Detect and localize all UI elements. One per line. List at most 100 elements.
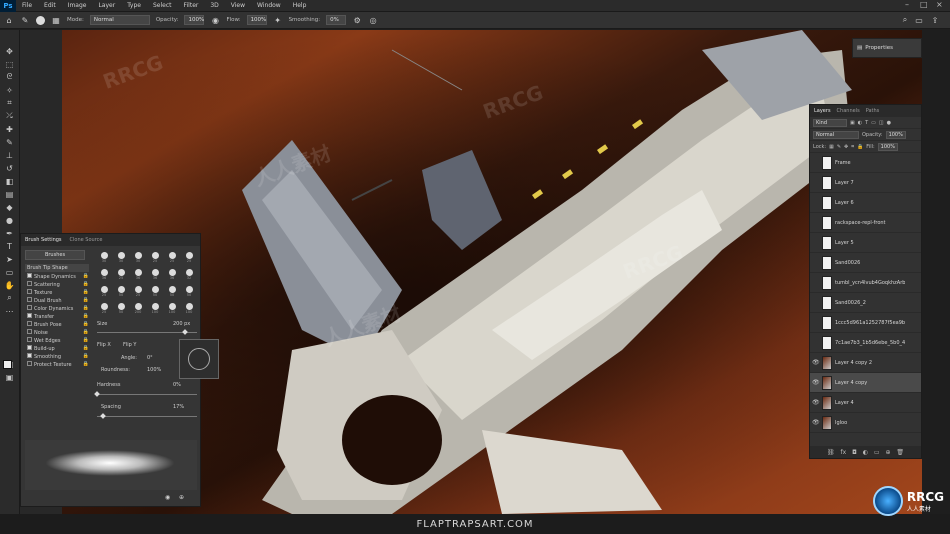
brush-tip[interactable]: 50 bbox=[114, 284, 128, 298]
properties-panel-tab[interactable]: ▤ Properties bbox=[852, 38, 922, 58]
filter-toggle-icon[interactable]: ● bbox=[887, 120, 891, 126]
brush-tip[interactable]: 50 bbox=[165, 284, 179, 298]
share-icon[interactable]: ⇪ bbox=[930, 15, 940, 25]
layer-opacity-field[interactable]: 100% bbox=[885, 130, 906, 139]
shape-tool-icon[interactable]: ▭ bbox=[4, 267, 16, 277]
spacing-checkbox-label[interactable]: Spacing bbox=[101, 404, 121, 410]
lock-icon[interactable]: 🔒 bbox=[83, 353, 89, 359]
lock-position-icon[interactable]: ✥ bbox=[844, 144, 848, 150]
lock-icon[interactable]: 🔒 bbox=[83, 313, 89, 319]
option-checkbox[interactable] bbox=[27, 280, 32, 286]
new-layer-icon[interactable]: ⊕ bbox=[885, 449, 890, 456]
option-checkbox[interactable] bbox=[27, 360, 32, 366]
search-icon[interactable]: ⌕ bbox=[900, 15, 910, 25]
menu-select[interactable]: Select bbox=[147, 2, 178, 9]
layer-row[interactable]: rackspace-repl-front bbox=[810, 213, 921, 233]
spacing-slider-track[interactable] bbox=[97, 416, 197, 417]
filter-smart-object-icon[interactable]: ◫ bbox=[879, 120, 884, 126]
layer-row[interactable]: 👁 Igloo bbox=[810, 413, 921, 433]
brush-tip[interactable]: 200 bbox=[131, 301, 145, 315]
menu-file[interactable]: File bbox=[16, 2, 38, 9]
brush-tip[interactable]: 36 bbox=[131, 267, 145, 281]
option-checkbox[interactable] bbox=[27, 312, 32, 318]
adjustment-layer-icon[interactable]: ◐ bbox=[863, 449, 868, 456]
lock-icon[interactable]: 🔒 bbox=[83, 329, 89, 335]
angle-roundness-widget[interactable] bbox=[179, 339, 219, 379]
link-layers-icon[interactable]: ⛓ bbox=[827, 449, 835, 456]
crop-tool-icon[interactable]: ⌗ bbox=[4, 98, 16, 108]
brush-tip[interactable]: 100 bbox=[182, 301, 196, 315]
brush-option-row[interactable]: Wet Edges 🔒 bbox=[25, 336, 89, 344]
filter-type-icon[interactable]: T bbox=[865, 120, 868, 126]
brush-tool-icon[interactable]: ✎ bbox=[20, 15, 30, 25]
kind-filter-select[interactable]: Kind bbox=[813, 118, 847, 127]
fx-icon[interactable]: fx bbox=[840, 449, 846, 456]
blur-tool-icon[interactable]: ◆ bbox=[4, 202, 16, 212]
brush-option-row[interactable]: Shape Dynamics 🔒 bbox=[25, 272, 89, 280]
pressure-size-icon[interactable]: ◎ bbox=[368, 15, 378, 25]
home-icon[interactable]: ⌂ bbox=[4, 15, 14, 25]
lock-icon[interactable]: 🔒 bbox=[83, 281, 89, 287]
opacity-field[interactable]: 100% bbox=[184, 15, 205, 25]
visibility-eye-icon[interactable]: 👁 bbox=[812, 359, 820, 366]
brush-option-row[interactable]: Build-up 🔒 bbox=[25, 344, 89, 352]
path-selection-tool-icon[interactable]: ➤ bbox=[4, 254, 16, 264]
lock-artboard-icon[interactable]: ⌗ bbox=[851, 144, 854, 150]
angle-value[interactable]: 0° bbox=[147, 355, 153, 361]
menu-filter[interactable]: Filter bbox=[178, 2, 205, 9]
lock-pixels-icon[interactable]: ✎ bbox=[837, 144, 841, 150]
roundness-value[interactable]: 100% bbox=[147, 367, 161, 373]
hardness-slider-knob[interactable] bbox=[94, 391, 100, 397]
brush-option-row[interactable]: Protect Texture 🔒 bbox=[25, 360, 89, 368]
delete-layer-icon[interactable]: 🗑 bbox=[896, 449, 904, 456]
layer-row[interactable]: Sand0026 bbox=[810, 253, 921, 273]
filter-pixel-icon[interactable]: ▣ bbox=[850, 120, 855, 126]
lock-icon[interactable]: 🔒 bbox=[83, 305, 89, 311]
brush-tip[interactable]: 25 bbox=[114, 267, 128, 281]
brush-option-row[interactable]: Brush Tip Shape bbox=[25, 264, 89, 272]
brush-tool-icon[interactable]: ✎ bbox=[4, 137, 16, 147]
close-icon[interactable]: × bbox=[936, 0, 943, 9]
lock-icon[interactable]: 🔒 bbox=[83, 321, 89, 327]
brush-tip[interactable]: 25 bbox=[131, 284, 145, 298]
spacing-value[interactable]: 17% bbox=[173, 404, 184, 410]
mode-select[interactable]: Normal bbox=[89, 15, 150, 25]
layer-row[interactable]: Frame bbox=[810, 153, 921, 173]
brush-option-row[interactable]: Scattering 🔒 bbox=[25, 280, 89, 288]
brush-tip[interactable]: 25 bbox=[165, 250, 179, 264]
brush-option-row[interactable]: Brush Pose 🔒 bbox=[25, 320, 89, 328]
hand-tool-icon[interactable]: ✋ bbox=[4, 280, 16, 290]
brush-tip[interactable]: 30 bbox=[114, 250, 128, 264]
option-checkbox[interactable] bbox=[27, 320, 32, 326]
menu-help[interactable]: Help bbox=[287, 2, 313, 9]
magic-wand-tool-icon[interactable]: ✧ bbox=[4, 85, 16, 95]
brush-tip[interactable]: 25 bbox=[97, 301, 111, 315]
filter-adjustment-icon[interactable]: ◐ bbox=[858, 120, 862, 126]
layer-row[interactable]: Layer 5 bbox=[810, 233, 921, 253]
menu-layer[interactable]: Layer bbox=[92, 2, 121, 9]
layer-row[interactable]: 👁 Layer 4 bbox=[810, 393, 921, 413]
minimize-icon[interactable]: – bbox=[905, 0, 909, 9]
lock-transparent-icon[interactable]: ▦ bbox=[829, 144, 834, 150]
clone-stamp-tool-icon[interactable]: ⊥ bbox=[4, 150, 16, 160]
tab-layers[interactable]: Layers bbox=[814, 108, 831, 114]
option-checkbox[interactable] bbox=[27, 344, 32, 350]
layer-row[interactable]: 👁 Layer 4 copy 2 bbox=[810, 353, 921, 373]
option-checkbox[interactable] bbox=[27, 304, 32, 310]
new-group-icon[interactable]: ▭ bbox=[874, 449, 880, 456]
tab-clone-source[interactable]: Clone Source bbox=[70, 237, 103, 243]
hardness-slider-track[interactable] bbox=[97, 394, 197, 395]
brush-option-row[interactable]: Smoothing 🔒 bbox=[25, 352, 89, 360]
fill-field[interactable]: 100% bbox=[877, 142, 898, 151]
healing-brush-tool-icon[interactable]: ✚ bbox=[4, 124, 16, 134]
option-checkbox[interactable] bbox=[27, 288, 32, 294]
brush-tip[interactable]: 36 bbox=[97, 267, 111, 281]
option-checkbox[interactable] bbox=[27, 328, 32, 334]
option-checkbox[interactable] bbox=[27, 296, 32, 302]
menu-edit[interactable]: Edit bbox=[38, 2, 62, 9]
brush-settings-toggle-icon[interactable]: ▦ bbox=[51, 15, 61, 25]
smoothing-options-gear-icon[interactable]: ⚙ bbox=[352, 15, 362, 25]
lock-icon[interactable]: 🔒 bbox=[83, 361, 89, 367]
more-tools-icon[interactable]: ⋯ bbox=[4, 306, 16, 316]
lock-icon[interactable]: 🔒 bbox=[83, 273, 89, 279]
